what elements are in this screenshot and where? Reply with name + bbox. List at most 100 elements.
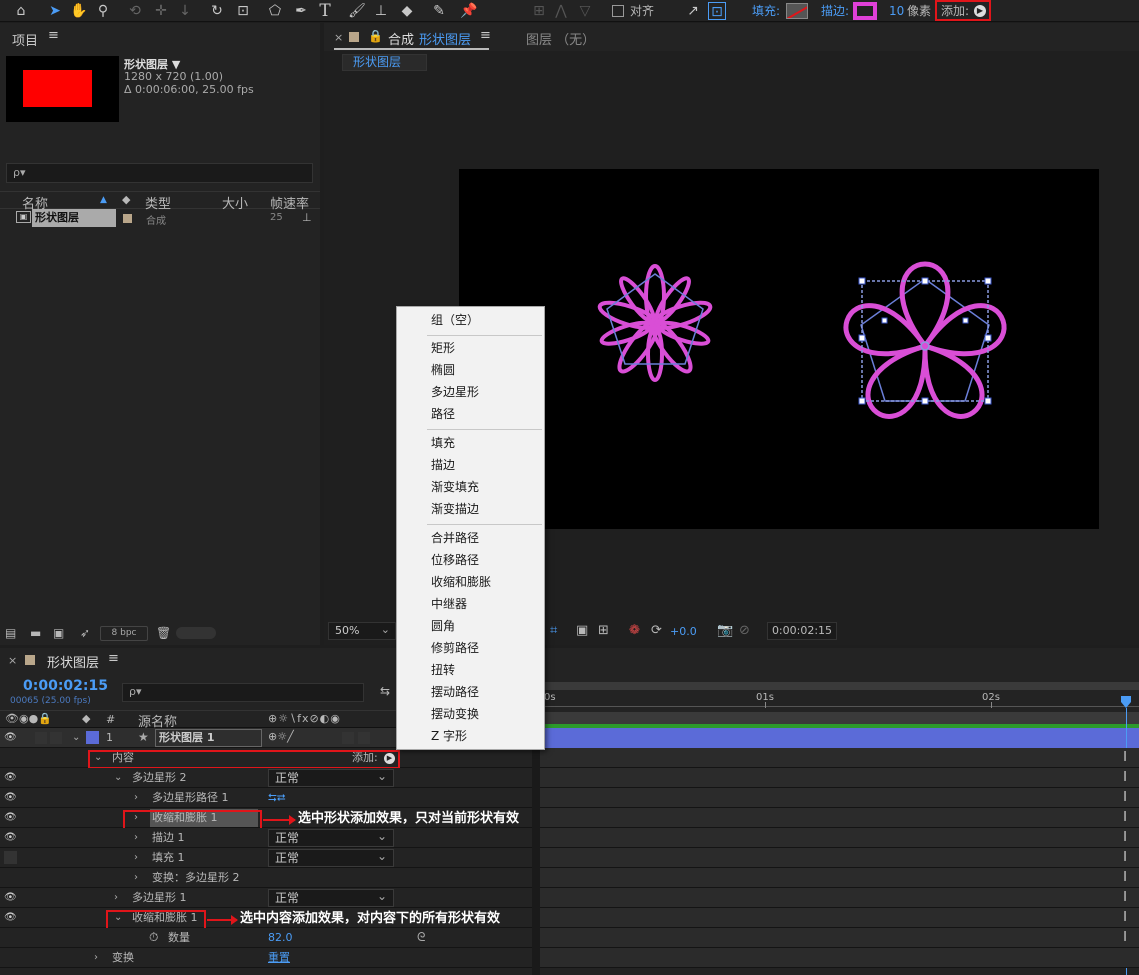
expand-layer-icon[interactable]: ⌄ [72, 728, 80, 748]
timeline-nav-bar[interactable] [540, 712, 1139, 724]
menu-item-wiggle-transform[interactable]: 摆动变换 [431, 704, 479, 724]
solo-toggle[interactable] [35, 732, 47, 744]
timeline-menu-icon[interactable]: ≡ [108, 651, 119, 666]
timeline-timecode[interactable]: 0:00:02:15 [23, 678, 108, 694]
comp-tab-prefix[interactable]: 合成 [388, 29, 414, 48]
pucker-bloat-content-eye-icon[interactable]: 👁 [4, 912, 18, 923]
polystar-2-mode-dropdown[interactable]: 正常 [268, 768, 394, 787]
polystar-1-eye-icon[interactable]: 👁 [4, 892, 18, 903]
menu-item-gradient-fill[interactable]: 渐变填充 [431, 477, 479, 497]
polystar-1-row[interactable]: 👁 › 多边星形 1 正常 [0, 888, 532, 908]
project-tab[interactable]: 项目 [12, 30, 38, 49]
visibility-eye-icon[interactable]: 👁 [4, 732, 18, 743]
expand-fill-icon[interactable]: › [134, 848, 138, 868]
menu-item-gradient-stroke[interactable]: 渐变描边 [431, 499, 479, 519]
work-area-bar[interactable] [540, 682, 1139, 690]
stroke-swatch[interactable] [853, 2, 877, 20]
home-icon[interactable]: ⌂ [12, 2, 30, 20]
thumbnail-slider[interactable] [176, 627, 216, 639]
pucker-bloat-shape-eye-icon[interactable]: 👁 [4, 812, 18, 823]
transform-polystar-row[interactable]: › 变换：多边星形 2 [0, 868, 532, 888]
extrude-icon-2[interactable]: ⋀ [552, 2, 570, 20]
new-comp-icon[interactable]: ▣ [53, 626, 64, 640]
snap-options-icon[interactable]: ↗ [684, 2, 702, 20]
panel-menu-icon[interactable]: ≡ [48, 28, 59, 43]
stroke-width-value[interactable]: 10 [889, 3, 904, 19]
fill-row[interactable]: › 填充 1 正常 [0, 848, 532, 868]
menu-item-merge-paths[interactable]: 合并路径 [431, 528, 479, 548]
left-flower-shape[interactable] [597, 264, 713, 382]
flowchart-icon[interactable]: ⊥ [302, 211, 312, 224]
menu-item-zig-zag[interactable]: Z 字形 [431, 726, 467, 746]
dolly-camera-icon[interactable]: ↓ [176, 2, 194, 20]
fill-mode-dropdown[interactable]: 正常 [268, 848, 394, 867]
close-timeline-icon[interactable]: × [8, 654, 17, 667]
snap-checkbox[interactable] [612, 5, 624, 17]
stopwatch-icon[interactable]: ⏱ [149, 930, 158, 945]
menu-item-path[interactable]: 路径 [431, 404, 455, 424]
shape-tool-icon[interactable]: ⬠ [266, 2, 284, 20]
menu-item-twist[interactable]: 扭转 [431, 660, 455, 680]
zoom-tool-icon[interactable]: ⚲ [94, 2, 112, 20]
polystar-path-row[interactable]: 👁 › 多边星形路径 1 ⮀⮂ [0, 788, 532, 808]
anchor-tool-icon[interactable]: ⊡ [234, 2, 252, 20]
project-item-row[interactable]: ▣ 形状图层 合成 25 ⊥ [0, 209, 320, 227]
menu-item-pucker-bloat[interactable]: 收缩和膨胀 [431, 572, 491, 592]
close-tab-icon[interactable]: × [334, 31, 343, 44]
delete-icon[interactable]: 🗑 [156, 626, 171, 640]
layer-label-color[interactable] [86, 731, 99, 744]
menu-item-stroke[interactable]: 描边 [431, 455, 455, 475]
expand-stroke-icon[interactable]: › [134, 828, 138, 848]
project-search-input[interactable]: ρ▾ [6, 163, 313, 183]
layer-switch-box-1[interactable] [342, 732, 354, 744]
selection-tool-icon[interactable]: ➤ [46, 2, 64, 20]
expand-polystar-2-icon[interactable]: ⌄ [114, 768, 122, 788]
menu-item-trim-paths[interactable]: 修剪路径 [431, 638, 479, 658]
brush-tool-icon[interactable]: 🖌 [348, 2, 366, 20]
bpc-button[interactable]: 8 bpc [100, 626, 148, 641]
comp-tab-name[interactable]: 形状图层 [419, 29, 471, 48]
menu-item-repeater[interactable]: 中继器 [431, 594, 467, 614]
comp-mini-flowchart-icon[interactable]: ⇆ [380, 684, 390, 698]
reset-exposure-icon[interactable]: ⟳ [651, 623, 662, 638]
expand-transform-icon[interactable]: › [94, 948, 98, 968]
stroke-eye-icon[interactable]: 👁 [4, 832, 18, 843]
label-color-swatch[interactable] [123, 214, 132, 223]
grid-icon[interactable]: ⊞ [598, 623, 609, 638]
channel-icon[interactable]: ❁ [629, 623, 640, 638]
timeline-tab[interactable]: 形状图层 [47, 652, 99, 671]
interpret-footage-icon[interactable]: ▤ [5, 626, 16, 640]
menu-item-fill[interactable]: 填充 [431, 433, 455, 453]
project-item-name[interactable]: 形状图层 [32, 209, 116, 227]
amount-row[interactable]: ⏱ 数量 82.0 ᘓ [0, 928, 532, 948]
safe-margins-icon[interactable]: ▣ [576, 623, 588, 638]
snap-feature-icon[interactable]: ⊡ [708, 2, 726, 20]
render-queue-icon[interactable]: ➶ [80, 626, 90, 640]
menu-item-wiggle-paths[interactable]: 摆动路径 [431, 682, 479, 702]
menu-item-ellipse[interactable]: 椭圆 [431, 360, 455, 380]
layer-switch-box-2[interactable] [358, 732, 370, 744]
reset-link[interactable]: 重置 [268, 948, 290, 968]
exposure-value[interactable]: +0.0 [670, 625, 697, 638]
type-tool-icon[interactable]: T [316, 2, 334, 20]
extrude-icon-1[interactable]: ⊞ [530, 2, 548, 20]
menu-item-round-corners[interactable]: 圆角 [431, 616, 455, 636]
comp-breadcrumb[interactable]: 形状图层 [342, 54, 427, 71]
extrude-icon-3[interactable]: ▽ [576, 2, 594, 20]
layer-switches[interactable]: ⊕☼╱ [268, 730, 294, 743]
pen-tool-icon[interactable]: ✒ [292, 2, 310, 20]
expand-transform-polystar-icon[interactable]: › [134, 868, 138, 888]
polystar-2-eye-icon[interactable]: 👁 [4, 772, 18, 783]
layer-name[interactable]: 形状图层 1 [155, 729, 262, 747]
polystar-2-row[interactable]: 👁 ⌄ 多边星形 2 正常 [0, 768, 532, 788]
mask-visibility-icon[interactable]: ⌗ [550, 623, 557, 638]
comp-canvas[interactable] [459, 169, 1099, 529]
fill-swatch[interactable] [786, 3, 808, 19]
rotate-tool-icon[interactable]: ↻ [208, 2, 226, 20]
polystar-path-eye-icon[interactable]: 👁 [4, 792, 18, 803]
zoom-dropdown[interactable]: 50% ⌄ [328, 622, 396, 640]
menu-item-group-empty[interactable]: 组（空） [431, 310, 479, 330]
orbit-camera-icon[interactable]: ⟲ [126, 2, 144, 20]
lock-toggle[interactable] [50, 732, 62, 744]
show-snapshot-icon[interactable]: ⊘ [739, 623, 750, 638]
